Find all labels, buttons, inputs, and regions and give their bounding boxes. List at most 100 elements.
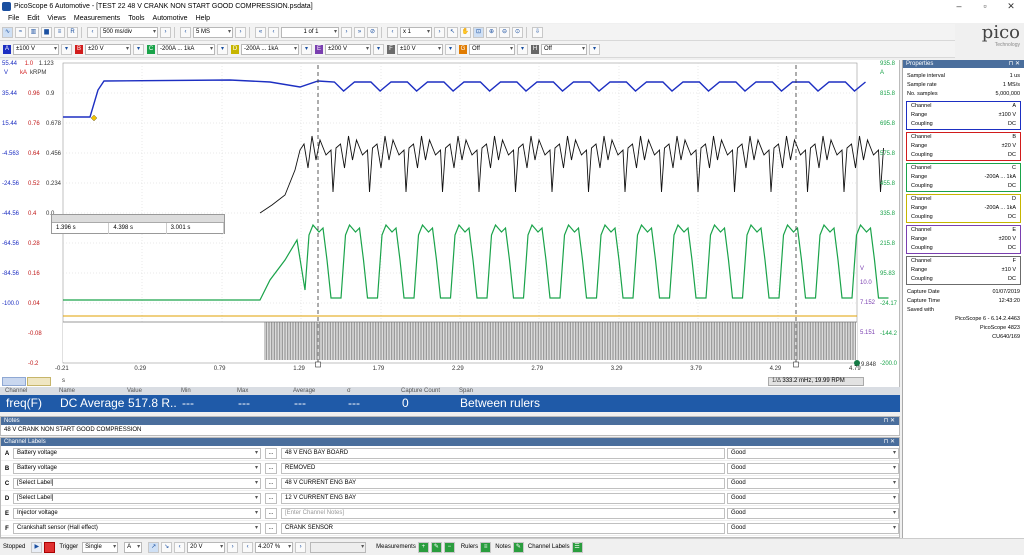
channel-g-chip[interactable]: G <box>459 44 467 54</box>
channel-status-select[interactable]: Good <box>727 463 899 474</box>
channel-f-range[interactable]: ±10 V <box>397 43 443 55</box>
stop-icon[interactable] <box>44 541 56 553</box>
channel-label-select[interactable]: Injector voltage <box>13 508 261 519</box>
rulers-icon[interactable]: ≡ <box>480 541 492 553</box>
trigger-level-select[interactable]: 20 V <box>187 541 226 553</box>
scope-mode-icon[interactable]: ∿ <box>2 26 13 38</box>
level-down-icon[interactable]: ‹ <box>174 541 186 553</box>
zoom-next-icon[interactable]: › <box>434 26 445 38</box>
more-button[interactable]: ... <box>265 448 277 459</box>
channel-labels-icon[interactable]: ☰ <box>571 541 583 553</box>
channel-c-range[interactable]: -200A ... 1kA <box>157 43 215 55</box>
menu-tools[interactable]: Tools <box>128 15 144 22</box>
channel-status-select[interactable]: Good <box>727 478 899 489</box>
buffer-navigator-icon[interactable]: ⊘ <box>367 26 378 38</box>
channel-status-select[interactable]: Good <box>727 448 899 459</box>
channel-f-options-icon[interactable]: ▾ <box>445 43 456 55</box>
pin-icon[interactable]: ⊓ ✕ <box>1009 60 1020 68</box>
channel-status-select[interactable]: Good <box>727 508 899 519</box>
buffer-field[interactable]: 1 of 1 <box>281 26 339 38</box>
trigger-channel-select[interactable]: A <box>124 541 143 553</box>
channel-a-options-icon[interactable]: ▾ <box>61 43 72 55</box>
channel-a-axis-tab[interactable] <box>2 377 26 386</box>
more-button[interactable]: ... <box>265 478 277 489</box>
channel-e-options-icon[interactable]: ▾ <box>373 43 384 55</box>
next-buffer-icon[interactable]: › <box>341 26 352 38</box>
notes-text[interactable]: 48 V CRANK NON START GOOD COMPRESSION <box>1 425 899 435</box>
add-measurement-icon[interactable]: + <box>417 541 429 553</box>
pretrigger-down-icon[interactable]: ‹ <box>242 541 254 553</box>
channel-e-range[interactable]: ±200 V <box>325 43 371 55</box>
menu-edit[interactable]: Edit <box>27 15 39 22</box>
ruler-legend[interactable]: 1.396 s 4.398 s 3.001 s <box>51 214 225 234</box>
measurement-row[interactable]: freq(F) DC Average 517.8 R... --- --- --… <box>0 395 900 412</box>
scope-view[interactable]: 55.44 1.0 1.123 VkA kRPM 35.44 15.44 -4.563… <box>0 60 900 388</box>
timebase-select[interactable]: 500 ms/div <box>100 26 158 38</box>
spectrum-mode-icon[interactable]: ▥ <box>28 26 39 38</box>
channel-f-chip[interactable]: F <box>387 44 395 54</box>
samples-next-icon[interactable]: › <box>235 26 246 38</box>
channel-h-chip[interactable]: H <box>531 44 539 54</box>
falling-edge-icon[interactable]: ↘ <box>161 541 173 553</box>
channel-b-chip[interactable]: B <box>75 44 83 54</box>
channel-h-range[interactable]: Off <box>541 43 587 55</box>
channel-b-range[interactable]: ±20 V <box>85 43 131 55</box>
channel-label-select[interactable]: Battery voltage <box>13 448 261 459</box>
last-buffer-icon[interactable]: » <box>354 26 365 38</box>
delay-field[interactable] <box>310 541 367 553</box>
channel-b-axis-tab[interactable] <box>27 377 51 386</box>
channel-status-select[interactable]: Good <box>727 523 899 534</box>
hand-tool-icon[interactable]: ✋ <box>460 26 471 38</box>
maximize-button[interactable]: ▫ <box>972 0 998 13</box>
minimize-button[interactable]: – <box>946 0 972 13</box>
channel-notes-field[interactable]: 48 V ENG BAY BOARD <box>281 448 725 459</box>
channel-e-chip[interactable]: E <box>315 44 323 54</box>
channel-label-select[interactable]: [Select Label] <box>13 478 261 489</box>
channel-h-options-icon[interactable]: ▾ <box>589 43 600 55</box>
trigger-mode-select[interactable]: Single <box>82 541 119 553</box>
channel-a-chip[interactable]: A <box>3 44 11 54</box>
persistence-mode-icon[interactable]: ≈ <box>15 26 26 38</box>
zoom-area-icon[interactable]: ⊡ <box>473 26 484 38</box>
menu-help[interactable]: Help <box>196 15 210 22</box>
channel-c-options-icon[interactable]: ▾ <box>217 43 228 55</box>
pin-icon[interactable]: ⊓ ✕ <box>884 417 895 425</box>
channel-label-select[interactable]: [Select Label] <box>13 493 261 504</box>
zoom-prev-icon[interactable]: ‹ <box>387 26 398 38</box>
zoom-in-icon[interactable]: ⊕ <box>486 26 497 38</box>
channel-d-chip[interactable]: D <box>231 44 239 54</box>
channel-notes-field[interactable]: 12 V CURRENT ENG BAY <box>281 493 725 504</box>
menu-measurements[interactable]: Measurements <box>74 15 120 22</box>
channel-label-select[interactable]: Battery voltage <box>13 463 261 474</box>
zoom-select[interactable]: x 1 <box>400 26 432 38</box>
channel-notes-field[interactable]: [Enter Channel Notes] <box>281 508 725 519</box>
samples-prev-icon[interactable]: ‹ <box>180 26 191 38</box>
more-button[interactable]: ... <box>265 463 277 474</box>
channel-c-chip[interactable]: C <box>147 44 155 54</box>
more-button[interactable]: ... <box>265 493 277 504</box>
pretrigger-up-icon[interactable]: › <box>295 541 307 553</box>
channel-status-select[interactable]: Good <box>727 493 899 504</box>
bar-chart-icon[interactable]: ▆ <box>41 26 52 38</box>
rising-edge-icon[interactable]: ↗ <box>148 541 160 553</box>
more-button[interactable]: ... <box>265 523 277 534</box>
pointer-tool-icon[interactable]: ↖ <box>447 26 458 38</box>
first-buffer-icon[interactable]: « <box>255 26 266 38</box>
zoom-fit-icon[interactable]: ⊙ <box>512 26 523 38</box>
channel-label-select[interactable]: Crankshaft sensor (Hall effect) <box>13 523 261 534</box>
channel-d-options-icon[interactable]: ▾ <box>301 43 312 55</box>
edit-measurement-icon[interactable]: ✎ <box>430 541 442 553</box>
notes-icon[interactable]: ✎ <box>512 541 524 553</box>
timebase-prev-icon[interactable]: ‹ <box>87 26 98 38</box>
menu-file[interactable]: File <box>8 15 19 22</box>
channel-d-range[interactable]: -200A ... 1kA <box>241 43 299 55</box>
delete-measurement-icon[interactable]: − <box>443 541 455 553</box>
channel-notes-field[interactable]: CRANK SENSOR <box>281 523 725 534</box>
channel-notes-field[interactable]: REMOVED <box>281 463 725 474</box>
level-up-icon[interactable]: › <box>227 541 239 553</box>
math-channel-icon[interactable]: ≡ <box>54 26 65 38</box>
timebase-next-icon[interactable]: › <box>160 26 171 38</box>
close-button[interactable]: ✕ <box>998 0 1024 13</box>
pretrigger-select[interactable]: 4.207 % <box>255 541 294 553</box>
more-button[interactable]: ... <box>265 508 277 519</box>
